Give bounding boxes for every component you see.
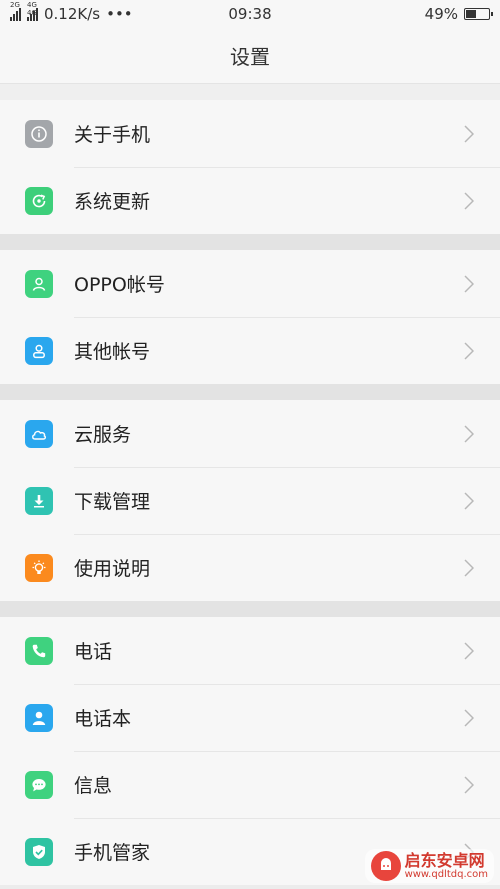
chevron-right-icon — [464, 775, 474, 794]
more-indicator: ••• — [106, 5, 133, 23]
chevron-right-icon — [464, 641, 474, 660]
settings-item-label: 信息 — [74, 775, 113, 797]
settings-item-contacts[interactable]: 电话本 — [0, 684, 500, 751]
account-icon — [25, 269, 53, 298]
settings-item-label: 使用说明 — [74, 558, 151, 580]
chevron-right-icon — [464, 191, 474, 210]
watermark-title: 启东安卓网 — [404, 850, 485, 870]
battery-percent: 49% — [424, 5, 458, 23]
settings-item-messages[interactable]: 信息 — [0, 751, 500, 818]
network-type-label-2: 4G 4G — [27, 1, 37, 17]
status-time: 09:38 — [228, 5, 272, 23]
settings-group-3: 云服务 下载管理 使用说明 — [0, 400, 500, 601]
top-spacer — [0, 84, 500, 100]
battery-icon — [464, 8, 493, 20]
group-separator — [0, 384, 500, 400]
shield-icon — [25, 837, 53, 866]
phone-icon — [25, 636, 53, 665]
status-bar: 2G 4G 4G 0.12K/s ••• 09:38 49% — [0, 0, 500, 28]
status-left: 2G 4G 4G 0.12K/s ••• — [10, 1, 133, 23]
site-watermark: 启东安卓网 www.qdltdq.com — [364, 849, 494, 883]
watermark-text: 启东安卓网 www.qdltdq.com — [405, 852, 488, 881]
settings-item-download-manager[interactable]: 下载管理 — [0, 467, 500, 534]
network-speed: 0.12K/s — [44, 5, 101, 23]
title-bar: 设置 — [0, 28, 500, 84]
settings-item-label: 系统更新 — [74, 191, 151, 213]
contacts-icon — [25, 703, 53, 732]
chevron-right-icon — [464, 491, 474, 510]
settings-item-label: 关于手机 — [74, 124, 151, 146]
signal-icon: 2G — [10, 1, 21, 21]
settings-item-label: OPPO帐号 — [74, 274, 165, 296]
settings-item-oppo-account[interactable]: OPPO帐号 — [0, 250, 500, 317]
settings-group-4: 电话 电话本 信息 手机管家 — [0, 617, 500, 885]
settings-group-2: OPPO帐号 其他帐号 — [0, 250, 500, 384]
settings-item-other-accounts[interactable]: 其他帐号 — [0, 317, 500, 384]
update-icon — [25, 186, 53, 215]
group-separator — [0, 234, 500, 250]
settings-group-1: 关于手机 系统更新 — [0, 100, 500, 234]
chevron-right-icon — [464, 124, 474, 143]
chevron-right-icon — [464, 424, 474, 443]
settings-item-system-update[interactable]: 系统更新 — [0, 167, 500, 234]
settings-item-label: 云服务 — [74, 424, 132, 446]
message-icon — [25, 770, 53, 799]
chevron-right-icon — [464, 341, 474, 360]
settings-item-label: 电话本 — [74, 708, 132, 730]
settings-item-label: 电话 — [74, 641, 113, 663]
network-type-label: 2G — [10, 1, 20, 9]
settings-item-cloud-service[interactable]: 云服务 — [0, 400, 500, 467]
chevron-right-icon — [464, 708, 474, 727]
status-right: 49% — [424, 5, 493, 23]
other-account-icon — [25, 336, 53, 365]
settings-item-user-guide[interactable]: 使用说明 — [0, 534, 500, 601]
group-separator — [0, 601, 500, 617]
settings-item-label: 其他帐号 — [74, 341, 151, 363]
download-icon — [25, 486, 53, 515]
page-title: 设置 — [230, 45, 270, 69]
bulb-icon — [25, 553, 53, 582]
watermark-logo-icon — [370, 851, 401, 881]
cloud-icon — [25, 419, 53, 448]
signal-icon-2: 4G 4G — [27, 1, 38, 21]
chevron-right-icon — [464, 274, 474, 293]
watermark-url: www.qdltdq.com — [404, 869, 488, 881]
settings-item-about-phone[interactable]: 关于手机 — [0, 100, 500, 167]
settings-item-label: 下载管理 — [74, 491, 151, 513]
info-icon — [25, 119, 53, 148]
settings-item-label: 手机管家 — [74, 842, 151, 864]
settings-item-phone[interactable]: 电话 — [0, 617, 500, 684]
chevron-right-icon — [464, 558, 474, 577]
